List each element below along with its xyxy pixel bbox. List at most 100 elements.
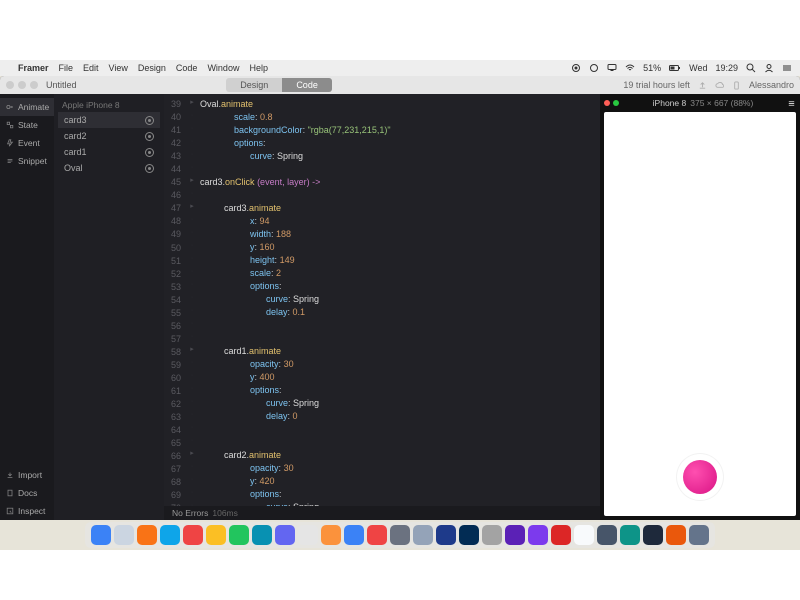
pv-close-icon[interactable] [604,100,610,106]
tab-event[interactable]: Event [0,134,54,152]
seg-code[interactable]: Code [282,78,332,92]
animate-icon [6,103,14,111]
target-icon[interactable] [145,116,154,125]
circle-icon[interactable] [589,63,599,73]
dock [85,522,715,548]
state-icon [6,121,14,129]
code-editor[interactable]: 3940414243444546474849505152535455565758… [164,94,600,520]
pv-zoom-icon[interactable] [613,100,619,106]
tab-snippet-label: Snippet [18,156,47,166]
window-toolbar: Untitled Design Code 19 trial hours left… [0,76,800,94]
tab-docs[interactable]: Docs [0,484,54,502]
docs-icon [6,489,14,497]
dock-app[interactable] [206,525,226,545]
dock-app[interactable] [114,525,134,545]
dock-app[interactable] [482,525,502,545]
dock-app[interactable] [344,525,364,545]
dock-app[interactable] [390,525,410,545]
status-time: 106ms [212,507,238,519]
dock-app[interactable] [551,525,571,545]
layer-row[interactable]: card1 [58,144,160,160]
dock-app[interactable] [275,525,295,545]
tab-state-label: State [18,120,38,130]
menubar: Framer File Edit View Design Code Window… [0,60,800,76]
upload-icon[interactable] [698,81,707,90]
dock-app[interactable] [321,525,341,545]
zoom-icon[interactable] [30,81,38,89]
tab-docs-label: Docs [18,488,37,498]
framer-window: Untitled Design Code 19 trial hours left… [0,76,800,520]
menu-edit[interactable]: Edit [83,63,99,73]
seg-design[interactable]: Design [226,78,282,92]
code-body[interactable]: Oval.animate scale: 0.8 backgroundColor:… [198,94,600,506]
dock-app[interactable] [252,525,272,545]
dock-app[interactable] [459,525,479,545]
dock-app[interactable] [160,525,180,545]
clock-time[interactable]: 19:29 [715,63,738,73]
menu-design[interactable]: Design [138,63,166,73]
preview-canvas[interactable] [604,112,796,516]
import-icon [6,471,14,479]
dock-app[interactable] [643,525,663,545]
dock-app[interactable] [597,525,617,545]
menu-help[interactable]: Help [249,63,268,73]
hamburger-icon[interactable] [787,99,796,108]
user-label[interactable]: Alessandro [749,80,794,90]
tab-snippet[interactable]: Snippet [0,152,54,170]
dock-app[interactable] [91,525,111,545]
dock-app[interactable] [413,525,433,545]
dock-app[interactable] [505,525,525,545]
phone-icon[interactable] [732,81,741,90]
close-icon[interactable] [6,81,14,89]
menu-app[interactable]: Framer [18,63,49,73]
dock-app[interactable] [367,525,387,545]
layers-header: Apple iPhone 8 [58,98,160,112]
search-icon[interactable] [746,63,756,73]
icon-sidebar: Animate State Event Snippet Import Docs … [0,94,54,520]
record-icon[interactable] [571,63,581,73]
tab-inspect[interactable]: Inspect [0,502,54,520]
target-icon[interactable] [145,164,154,173]
snippet-icon [6,157,14,165]
dock-app[interactable] [436,525,456,545]
dock-app[interactable] [666,525,686,545]
minimize-icon[interactable] [18,81,26,89]
layer-row[interactable]: card2 [58,128,160,144]
line-gutter: 3940414243444546474849505152535455565758… [164,94,186,506]
menu-file[interactable]: File [59,63,74,73]
tab-state[interactable]: State [0,116,54,134]
battery-icon [669,63,681,73]
layer-label: card1 [64,147,87,157]
airplay-icon[interactable] [607,63,617,73]
tab-import[interactable]: Import [0,466,54,484]
trial-label: 19 trial hours left [623,80,690,90]
dock-app[interactable] [183,525,203,545]
cloud-icon[interactable] [715,81,724,90]
layer-row[interactable]: card3 [58,112,160,128]
fold-gutter: ▸·····▸·▸··········▸·······▸···· [186,94,198,506]
dock-app[interactable] [620,525,640,545]
menu-code[interactable]: Code [176,63,198,73]
dock-app[interactable] [528,525,548,545]
wifi-icon[interactable] [625,63,635,73]
oval-layer[interactable] [683,460,717,494]
target-icon[interactable] [145,132,154,141]
tab-animate-label: Animate [18,102,49,112]
menu-icon[interactable] [782,63,792,73]
dock-app[interactable] [137,525,157,545]
target-icon[interactable] [145,148,154,157]
dock-app[interactable] [298,525,318,545]
layer-label: card3 [64,115,87,125]
menu-window[interactable]: Window [207,63,239,73]
layer-row[interactable]: Oval [58,160,160,176]
menu-view[interactable]: View [109,63,128,73]
clock-day[interactable]: Wed [689,63,707,73]
layers-panel: Apple iPhone 8 card3 card2 card1 Oval [54,94,164,520]
user-icon[interactable] [764,63,774,73]
dock-app[interactable] [689,525,709,545]
dock-app[interactable] [229,525,249,545]
dock-app[interactable] [574,525,594,545]
preview-panel: iPhone 8375 × 667 (88%) [600,94,800,520]
layer-label: card2 [64,131,87,141]
tab-animate[interactable]: Animate [0,98,54,116]
